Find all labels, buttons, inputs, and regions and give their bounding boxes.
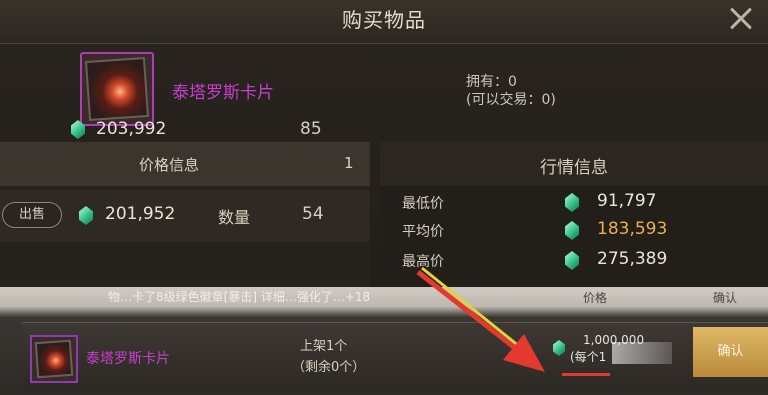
arrow-shadow xyxy=(421,266,521,349)
arrow-icon xyxy=(416,266,545,372)
arrow-shaft xyxy=(416,270,522,354)
